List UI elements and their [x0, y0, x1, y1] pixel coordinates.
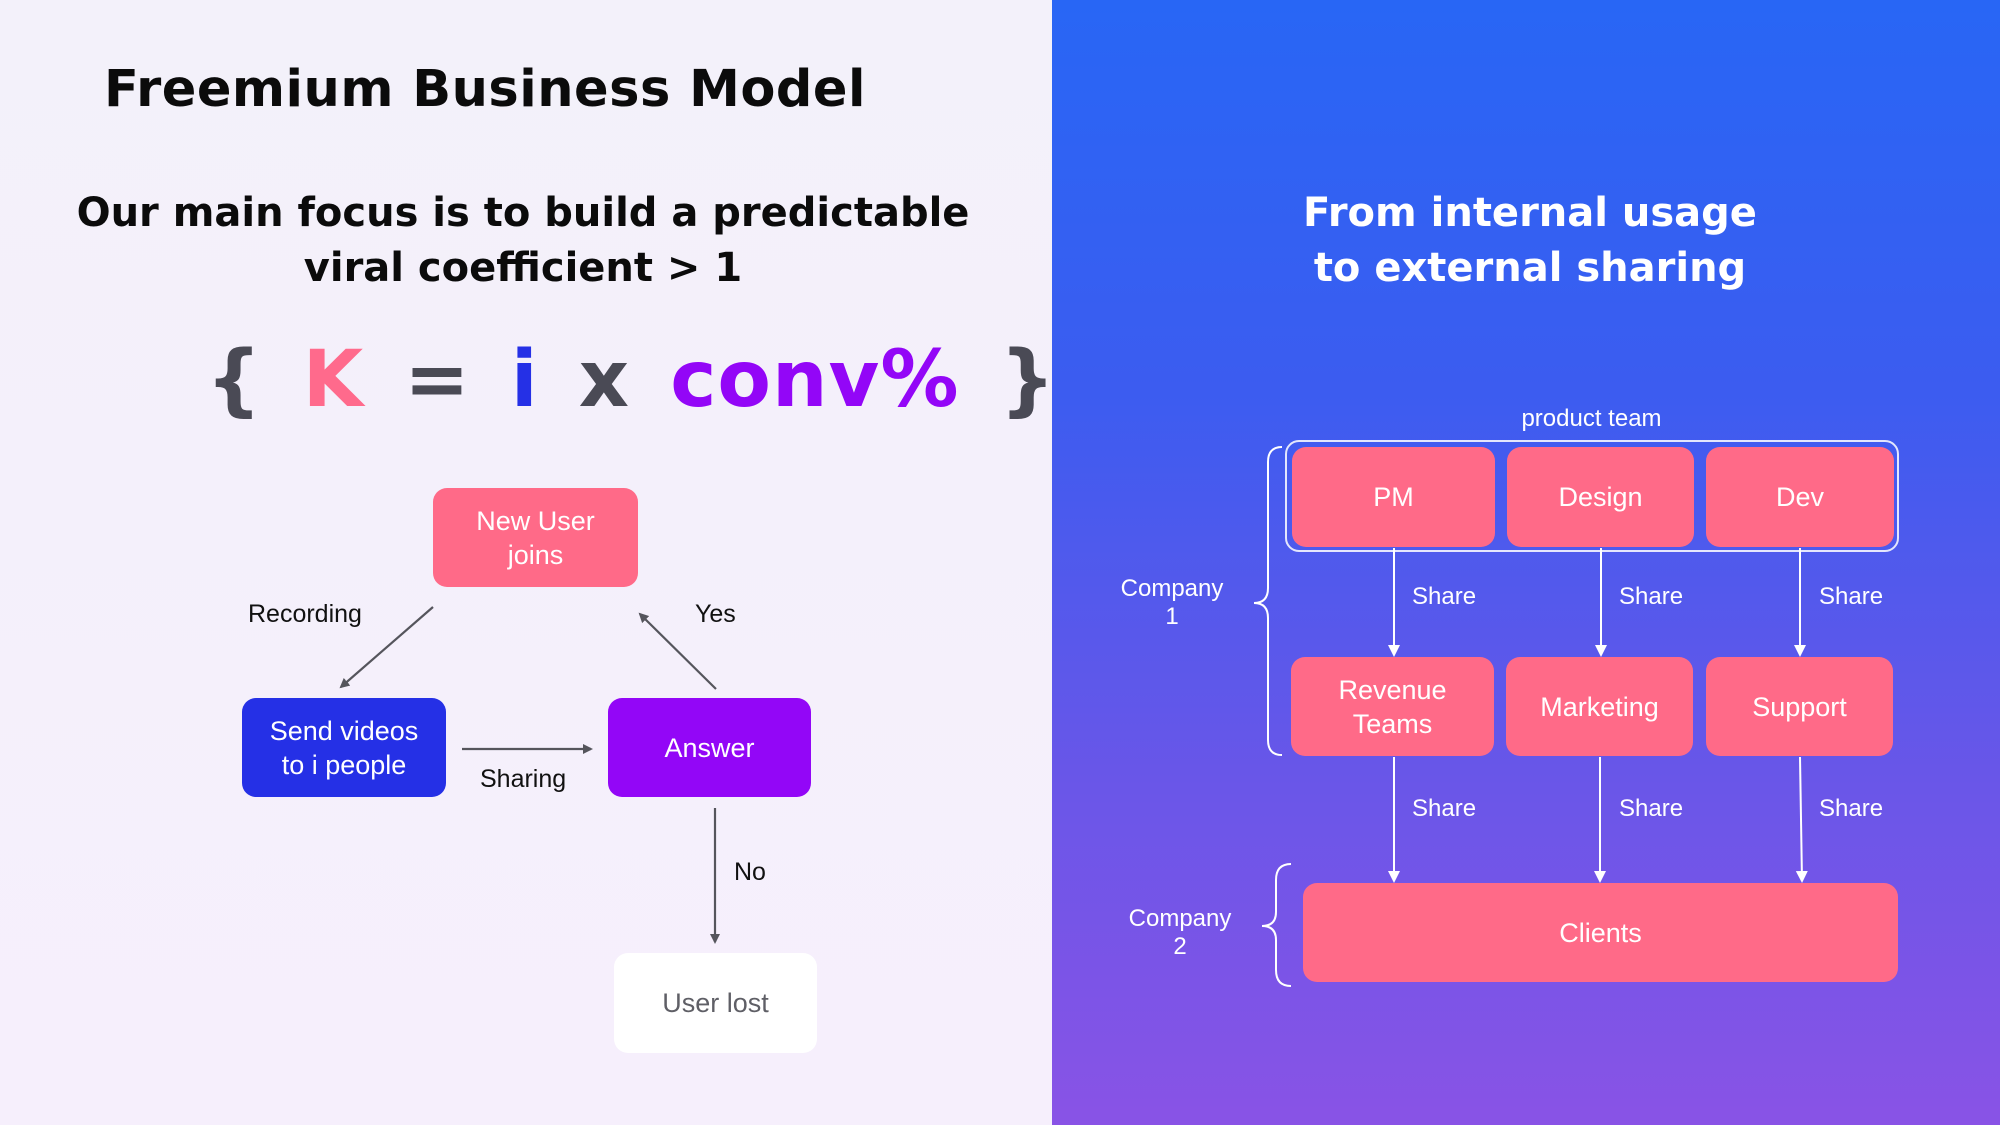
formula-conv: conv% — [670, 335, 960, 425]
edge-label-no: No — [734, 858, 766, 886]
company-1-line-1: Company — [1120, 575, 1224, 602]
subtitle-line-2: viral coefficient > 1 — [303, 245, 743, 291]
node-clients: Clients — [1303, 883, 1898, 982]
node-send-videos-line-1: Send videos — [269, 715, 419, 746]
formula-i: i — [510, 335, 539, 425]
subtitle-line-1: Our main focus is to build a predictable — [76, 190, 970, 236]
node-revenue-teams: Revenue Teams — [1291, 657, 1494, 756]
node-new-user-line-1: New User — [476, 505, 595, 536]
formula-k: K — [302, 335, 365, 425]
formula-close-brace: } — [999, 335, 1057, 425]
edge-label-yes: Yes — [695, 600, 736, 628]
node-send-videos: Send videos to i people — [242, 698, 446, 797]
formula-equals: = — [404, 335, 471, 425]
company-1-label: Company 1 — [1112, 575, 1232, 631]
edge-label-sharing: Sharing — [480, 765, 567, 793]
node-dev: Dev — [1706, 447, 1894, 547]
node-marketing: Marketing — [1506, 657, 1693, 756]
share-label-support: Share — [1819, 795, 1884, 822]
node-user-lost: User lost — [614, 953, 817, 1053]
company-2-line-2: 2 — [1173, 933, 1187, 960]
company-2-line-1: Company — [1128, 905, 1232, 932]
subtitle: Our main focus is to build a predictable… — [60, 186, 986, 296]
node-pm: PM — [1292, 447, 1495, 547]
viral-coefficient-formula: { K = i x conv% } — [200, 335, 1055, 425]
formula-times: x — [578, 335, 631, 425]
company-2-label: Company 2 — [1120, 905, 1240, 961]
share-label-dev: Share — [1819, 583, 1884, 610]
formula-open-brace: { — [206, 335, 263, 425]
product-team-label: product team — [1521, 405, 1662, 432]
node-design: Design — [1507, 447, 1694, 547]
share-label-design: Share — [1619, 583, 1684, 610]
share-label-pm: Share — [1412, 583, 1477, 610]
node-send-videos-line-2: to i people — [281, 749, 407, 780]
node-new-user-joins: New User joins — [433, 488, 638, 587]
node-answer: Answer — [608, 698, 811, 797]
share-label-revenue: Share — [1412, 795, 1477, 822]
share-label-marketing: Share — [1619, 795, 1684, 822]
node-revenue-line-1: Revenue — [1338, 674, 1447, 705]
company-1-line-2: 1 — [1165, 603, 1179, 630]
right-title-line-2: to external sharing — [1313, 245, 1747, 291]
edge-label-recording: Recording — [248, 600, 362, 628]
node-new-user-line-2: joins — [507, 539, 564, 570]
node-support: Support — [1706, 657, 1893, 756]
node-revenue-line-2: Teams — [1352, 708, 1433, 739]
slide-title: Freemium Business Model — [104, 60, 866, 119]
right-title: From internal usage to external sharing — [1180, 186, 1880, 296]
right-title-line-1: From internal usage — [1303, 190, 1757, 236]
